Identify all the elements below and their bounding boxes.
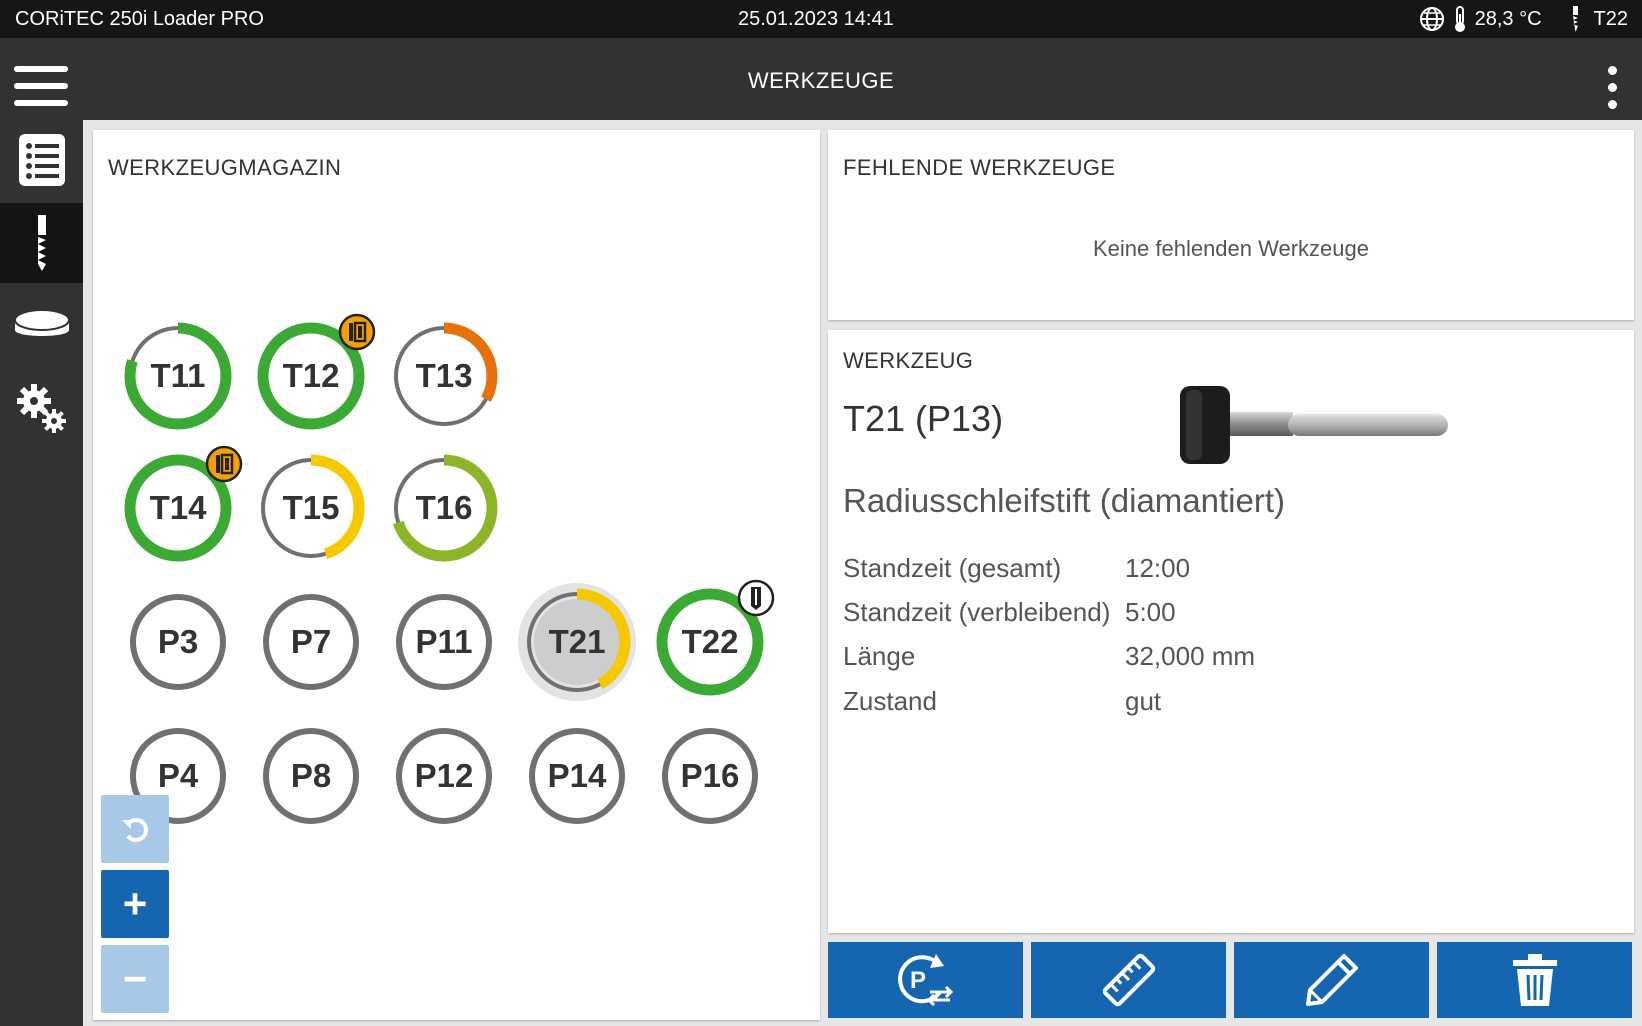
tool-label: T21 xyxy=(548,623,606,660)
tool-image xyxy=(1180,386,1448,464)
sidebar-item-tools[interactable] xyxy=(0,203,83,283)
disc-icon xyxy=(13,309,70,336)
datetime: 25.01.2023 14:41 xyxy=(738,8,894,30)
spindle-icon xyxy=(737,579,775,617)
sidebar-item-settings[interactable] xyxy=(0,369,83,449)
tool-label: T15 xyxy=(282,489,340,526)
tool-warning-icon xyxy=(205,445,243,483)
tool-label: P7 xyxy=(290,623,332,660)
tool-id: T21 (P13) xyxy=(843,398,1004,439)
pencil-icon xyxy=(1305,954,1358,1006)
globe-icon xyxy=(1419,7,1444,31)
missing-title: FEHLENDE WERKZEUGE xyxy=(843,155,1116,180)
sidebar xyxy=(0,120,83,1026)
spindle-tool-icon xyxy=(1572,6,1578,32)
thermometer-icon xyxy=(1454,6,1465,32)
tool-detail-card: WERKZEUG T21 (P13) Radiusschleifstift (d… xyxy=(828,330,1634,933)
tool-slot-t15[interactable]: T15 xyxy=(251,448,371,568)
tool-slot-t14[interactable]: T14 xyxy=(118,445,243,568)
tool-slot-t13[interactable]: T13 xyxy=(384,316,504,436)
tool-slot-t16[interactable]: T16 xyxy=(384,448,504,568)
status-bar: CORiTEC 250i Loader PRO 25.01.2023 14:41… xyxy=(0,0,1642,38)
tool-label: T13 xyxy=(415,357,473,394)
tool-slot-t22[interactable]: T22 xyxy=(650,579,775,702)
main-content: WERKZEUGMAGAZIN T11 T12 T13 T14 T15 T16 P3 P7 P1… xyxy=(83,120,1642,1026)
tool-label: P12 xyxy=(414,757,474,794)
tool-slot-t11[interactable]: T11 xyxy=(118,316,238,436)
trash-icon xyxy=(1512,954,1557,1006)
tool-slot-p12[interactable]: P12 xyxy=(384,716,504,836)
minus-icon: − xyxy=(122,955,148,1002)
detail-label-length: Länge xyxy=(843,641,916,671)
detail-value-length: 32,000 mm xyxy=(1125,641,1256,671)
temperature: 28,3 °C xyxy=(1474,7,1542,30)
missing-tools-card: FEHLENDE WERKZEUGE Keine fehlenden Werkz… xyxy=(828,130,1634,320)
tool-label: P11 xyxy=(415,623,473,660)
edit-button[interactable] xyxy=(1234,942,1429,1018)
tool-slot-p11[interactable]: P11 xyxy=(384,582,504,702)
undo-icon xyxy=(122,818,148,842)
detail-title: WERKZEUG xyxy=(843,348,974,373)
tool-slot-p14[interactable]: P14 xyxy=(517,716,637,836)
tool-label: P14 xyxy=(547,757,607,794)
zoom-in-button[interactable]: + xyxy=(101,870,169,938)
magazine-card: WERKZEUGMAGAZIN T11 T12 T13 T14 T15 T16 P3 P7 P1… xyxy=(93,130,820,1020)
page-title: WERKZEUGE xyxy=(747,68,895,93)
status-right: 28,3 °C T22 xyxy=(1419,5,1628,33)
app-header: WERKZEUGE xyxy=(0,38,1642,120)
magazine-title: WERKZEUGMAGAZIN xyxy=(108,155,342,180)
active-tool: T22 xyxy=(1593,7,1628,30)
more-options-icon[interactable] xyxy=(1606,66,1618,110)
detail-value-condition: gut xyxy=(1125,686,1162,716)
tool-name: Radiusschleifstift (diamantiert) xyxy=(843,482,1285,519)
detail-label-total-life: Standzeit (gesamt) xyxy=(843,553,1062,583)
missing-empty-text: Keine fehlenden Werkzeuge xyxy=(1092,236,1369,261)
svg-text:P: P xyxy=(910,967,926,994)
tool-warning-icon xyxy=(338,313,376,351)
tool-slot-p7[interactable]: P7 xyxy=(251,582,371,702)
sidebar-item-blanks[interactable] xyxy=(0,286,83,366)
tool-slot-p3[interactable]: P3 xyxy=(118,582,238,702)
detail-label-condition: Zustand xyxy=(843,686,937,716)
tool-label: P16 xyxy=(680,757,740,794)
tool-slot-p16[interactable]: P16 xyxy=(650,716,770,836)
ruler-icon xyxy=(1102,953,1155,1007)
move-position-button[interactable]: P xyxy=(828,942,1023,1018)
tool-label: T11 xyxy=(150,357,206,394)
detail-value-remaining-life: 5:00 xyxy=(1125,597,1176,627)
measure-button[interactable] xyxy=(1031,942,1226,1018)
tool-slot-t12[interactable]: T12 xyxy=(251,313,376,436)
detail-value-total-life: 12:00 xyxy=(1125,553,1191,583)
zoom-out-button[interactable]: − xyxy=(101,945,169,1013)
app-name: CORiTEC 250i Loader PRO xyxy=(15,8,264,30)
undo-button[interactable] xyxy=(101,795,169,863)
sidebar-item-jobs[interactable] xyxy=(0,120,83,200)
tool-slot-p8[interactable]: P8 xyxy=(251,716,371,836)
tool-label: T16 xyxy=(415,489,473,526)
detail-label-remaining-life: Standzeit (verbleibend) xyxy=(843,597,1111,627)
plus-icon: + xyxy=(122,880,148,927)
tool-icon xyxy=(37,215,46,271)
tool-label: P8 xyxy=(290,757,332,794)
gears-icon xyxy=(16,384,66,433)
delete-button[interactable] xyxy=(1437,942,1632,1018)
tool-slot-t21[interactable]: T21 xyxy=(517,582,637,702)
tool-label: P3 xyxy=(157,623,199,660)
list-icon xyxy=(18,134,65,186)
position-swap-icon: P xyxy=(897,954,953,1007)
